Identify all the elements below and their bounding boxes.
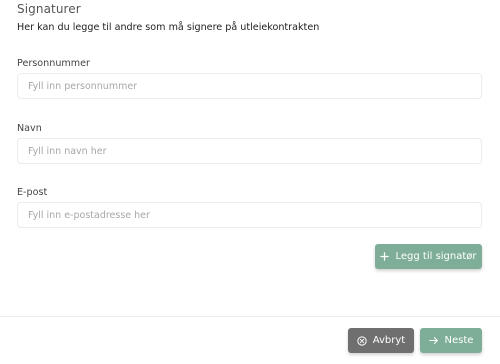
plus-icon bbox=[380, 252, 390, 261]
navn-label: Navn bbox=[17, 123, 42, 134]
circle-x-icon bbox=[357, 335, 367, 346]
personnummer-input[interactable] bbox=[17, 73, 482, 99]
personnummer-label: Personnummer bbox=[17, 58, 90, 69]
add-signer-label: Legg til signatør bbox=[395, 251, 477, 262]
next-label: Neste bbox=[444, 335, 474, 346]
epost-input[interactable] bbox=[17, 202, 482, 228]
cancel-label: Avbryt bbox=[372, 335, 406, 346]
navn-input[interactable] bbox=[17, 138, 482, 164]
arrow-right-icon bbox=[428, 336, 439, 345]
next-button[interactable]: Neste bbox=[420, 328, 482, 353]
signatures-form: Signaturer Her kan du legge til andre so… bbox=[0, 0, 500, 364]
add-signer-button[interactable]: Legg til signatør bbox=[375, 244, 482, 269]
footer-divider bbox=[0, 316, 500, 317]
section-title: Signaturer bbox=[17, 2, 81, 16]
section-description: Her kan du legge til andre som må signer… bbox=[17, 22, 320, 33]
cancel-button[interactable]: Avbryt bbox=[348, 328, 414, 353]
epost-label: E-post bbox=[17, 187, 48, 198]
